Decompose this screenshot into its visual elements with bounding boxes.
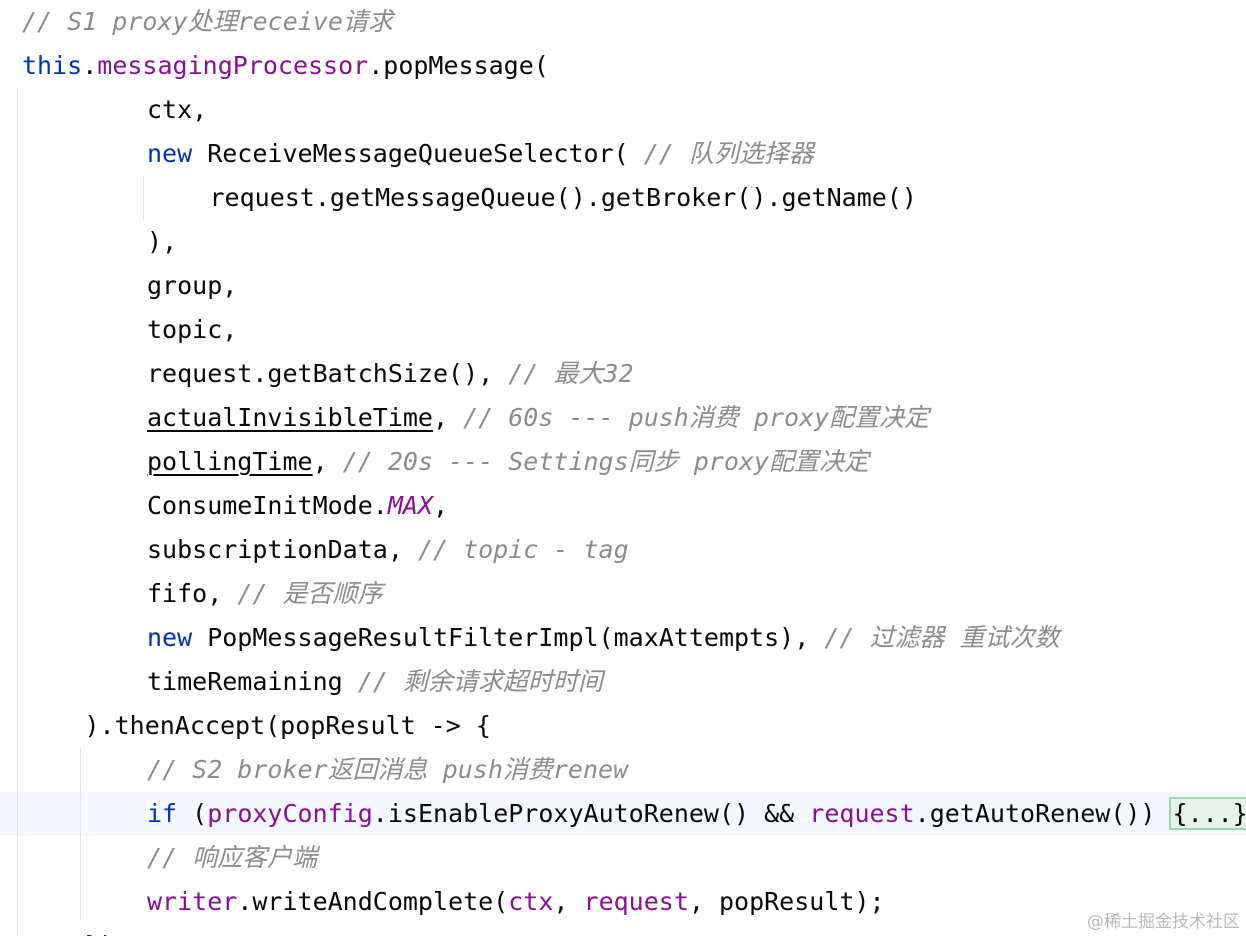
code-token: ), <box>147 227 178 256</box>
code-token: timeRemaining <box>147 667 358 696</box>
code-token: ReceiveMessageQueueSelector( <box>192 139 644 168</box>
code-token: pollingTime <box>147 447 313 476</box>
code-line[interactable]: actualInvisibleTime, // 60s --- push消费 p… <box>147 396 929 440</box>
code-line[interactable]: if (proxyConfig.isEnableProxyAutoRenew()… <box>147 792 1246 836</box>
code-token: // 最大32 <box>508 359 634 388</box>
code-token: , <box>432 403 464 432</box>
code-token: PopMessageResultFilterImpl(maxAttempts), <box>192 623 825 652</box>
code-token: .isEnableProxyAutoRenew() && <box>372 799 810 828</box>
code-token: , <box>432 491 449 520</box>
code-line[interactable]: writer.writeAndComplete(ctx, request, po… <box>147 880 885 924</box>
code-token: // 剩余请求超时时间 <box>357 667 603 696</box>
code-token: // 20s --- Settings同步 proxy配置决定 <box>342 447 869 476</box>
code-token: actualInvisibleTime <box>147 403 433 432</box>
code-token: request <box>583 887 689 916</box>
code-token: // S2 broker返回消息 push消费renew <box>147 755 629 784</box>
code-line[interactable]: // S2 broker返回消息 push消费renew <box>147 748 628 792</box>
code-token: new <box>147 623 193 652</box>
code-token: // 过滤器 重试次数 <box>824 623 1060 652</box>
code-token: ctx <box>508 887 554 916</box>
code-line[interactable]: request.getMessageQueue().getBroker().ge… <box>210 176 917 220</box>
code-token: MAX <box>387 491 433 520</box>
code-line[interactable]: pollingTime, // 20s --- Settings同步 proxy… <box>147 440 869 484</box>
code-line[interactable]: timeRemaining // 剩余请求超时时间 <box>147 660 603 704</box>
code-token: subscriptionData, <box>147 535 418 564</box>
code-line[interactable]: ctx, <box>147 88 207 132</box>
code-token: new <box>147 139 193 168</box>
code-token: request <box>809 799 915 828</box>
code-token: ).thenAccept(popResult -> { <box>84 711 491 740</box>
code-token: }); <box>85 931 130 936</box>
code-token: // 队列选择器 <box>643 139 814 168</box>
code-token: writer <box>147 887 238 916</box>
code-token: ConsumeInitMode. <box>147 491 388 520</box>
code-token: this <box>22 51 83 80</box>
folded-code-block[interactable]: {...} <box>1168 797 1246 830</box>
code-token: , <box>553 887 584 916</box>
code-line[interactable]: request.getBatchSize(), // 最大32 <box>147 352 634 396</box>
indent-guide <box>143 176 144 220</box>
code-line[interactable]: group, <box>147 264 237 308</box>
code-line[interactable]: ConsumeInitMode.MAX, <box>147 484 448 528</box>
indent-guide <box>17 88 18 936</box>
code-token: ctx, <box>147 95 208 124</box>
indent-guide <box>80 748 81 920</box>
code-token: // 响应客户端 <box>147 843 318 872</box>
code-token: request.getMessageQueue().getBroker().ge… <box>209 183 917 212</box>
code-line[interactable]: fifo, // 是否顺序 <box>147 572 382 616</box>
code-line[interactable]: subscriptionData, // topic - tag <box>147 528 629 572</box>
code-line[interactable]: // S1 proxy处理receive请求 <box>22 0 393 44</box>
code-token: // S1 proxy处理receive请求 <box>22 7 393 36</box>
code-token: .getAutoRenew()) <box>914 799 1171 828</box>
code-line[interactable]: topic, <box>147 308 237 352</box>
code-line[interactable]: ).thenAccept(popResult -> { <box>85 704 491 748</box>
code-line[interactable]: new ReceiveMessageQueueSelector( // 队列选择… <box>147 132 814 176</box>
code-line[interactable]: // 响应客户端 <box>147 836 317 880</box>
code-token: messagingProcessor <box>97 51 369 80</box>
code-line[interactable]: this.messagingProcessor.popMessage( <box>22 44 549 88</box>
code-token: group, <box>147 271 238 300</box>
code-token: if <box>147 799 178 828</box>
code-token: , <box>312 447 343 476</box>
code-token: request.getBatchSize(), <box>147 359 509 388</box>
code-token: // 60s --- push消费 proxy配置决定 <box>463 403 930 432</box>
code-line[interactable]: new PopMessageResultFilterImpl(maxAttemp… <box>147 616 1060 660</box>
code-token: topic, <box>147 315 238 344</box>
code-token: ( <box>177 799 208 828</box>
code-token: . <box>82 51 98 80</box>
code-line[interactable]: ), <box>147 220 177 264</box>
watermark: @稀土掘金技术社区 <box>1087 912 1240 932</box>
code-token: proxyConfig <box>207 799 373 828</box>
code-editor[interactable]: // S1 proxy处理receive请求 this.messagingProc… <box>0 0 1246 936</box>
code-token: // topic - tag <box>417 535 629 564</box>
code-token: // 是否顺序 <box>237 579 383 608</box>
code-token: , popResult); <box>688 887 885 916</box>
code-line[interactable]: }); <box>85 924 130 936</box>
code-token: .popMessage( <box>368 51 549 80</box>
code-token: fifo, <box>147 579 238 608</box>
code-token: .writeAndComplete( <box>237 887 509 916</box>
